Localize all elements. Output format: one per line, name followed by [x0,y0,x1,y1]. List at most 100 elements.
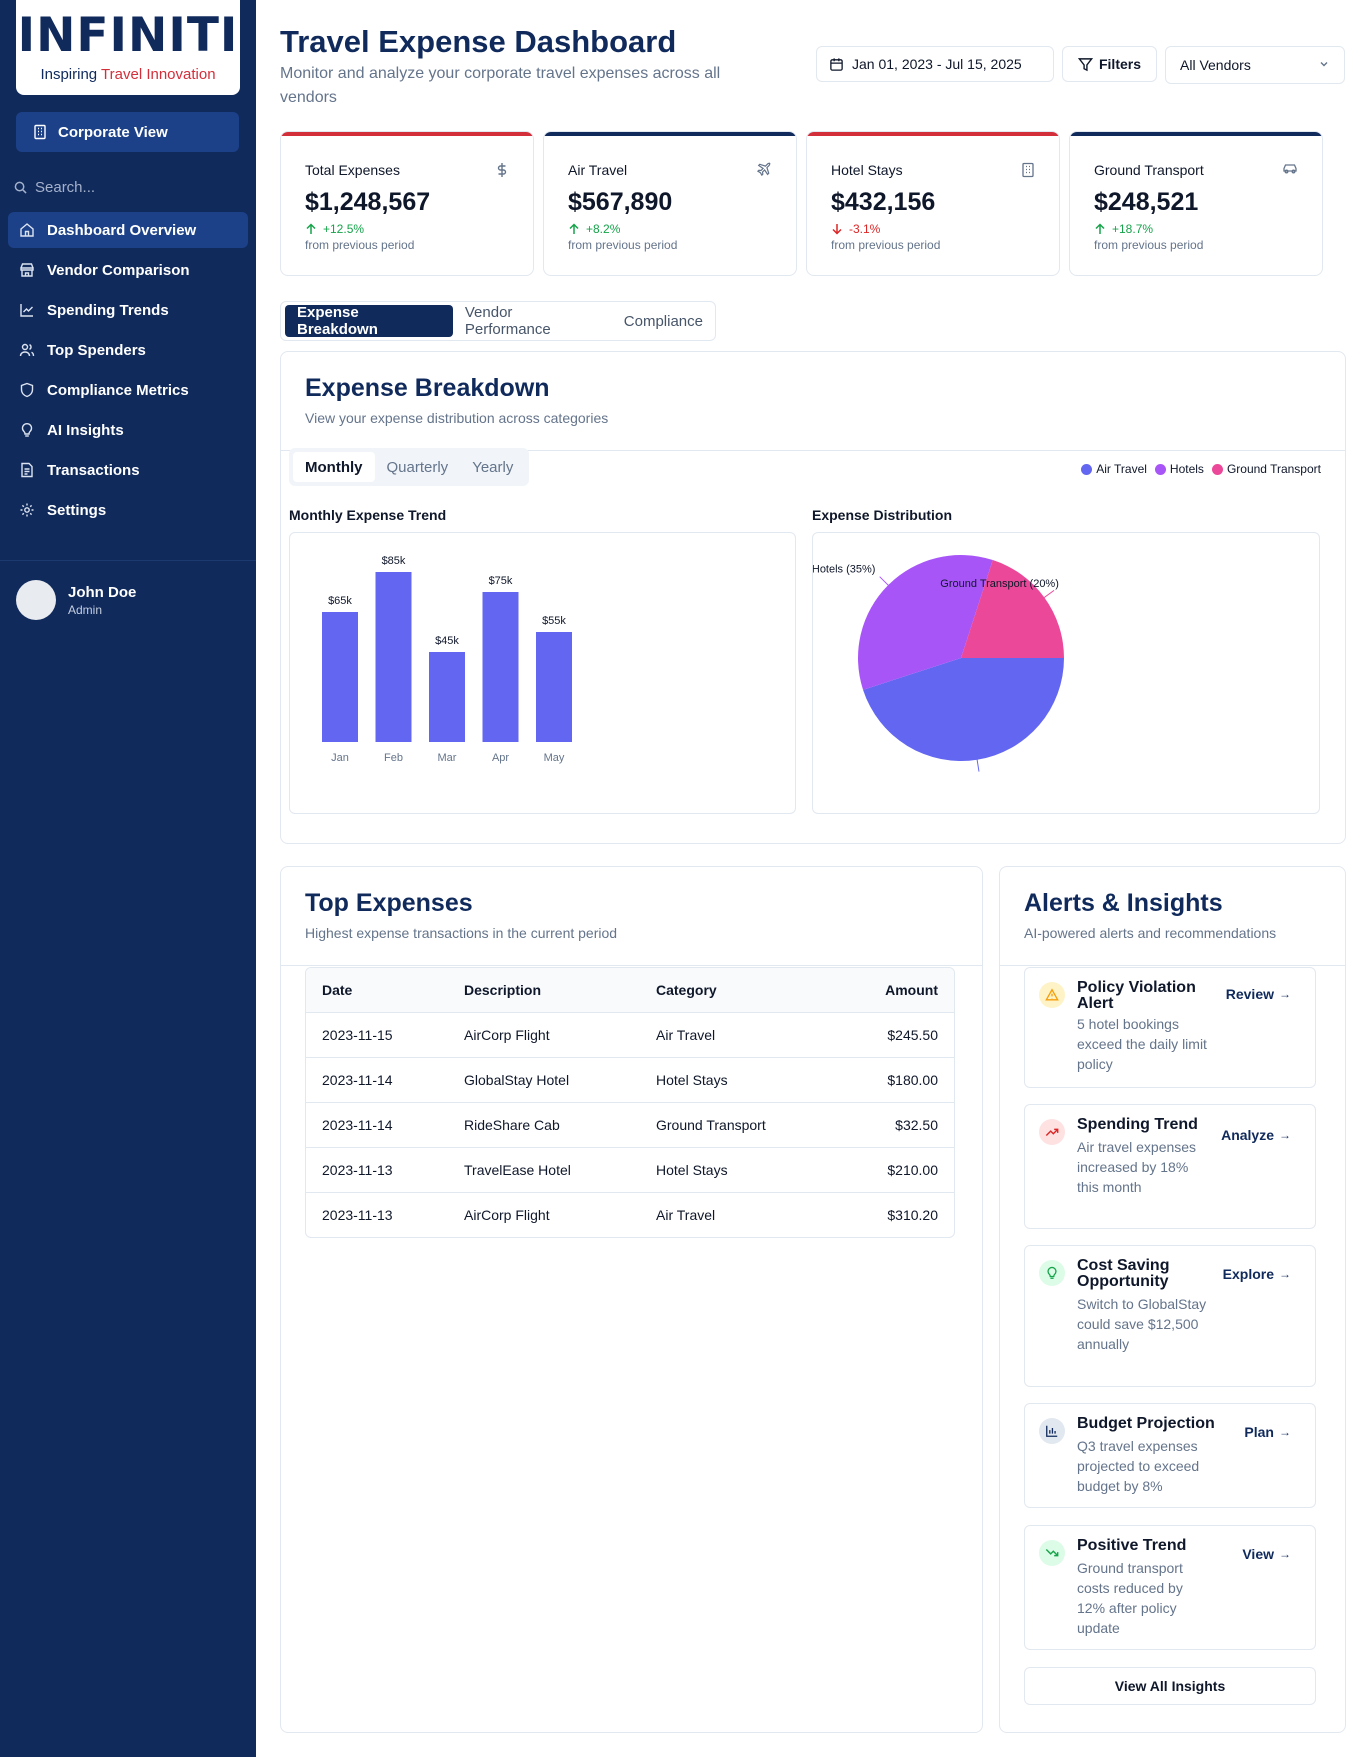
table-row[interactable]: 2023-11-15 AirCorp Flight Air Travel $24… [306,1012,954,1058]
avatar [16,580,56,620]
sidebar-item-label: Vendor Comparison [47,261,190,279]
search-input[interactable]: Search... [14,176,240,198]
sidebar-item-compliance-metrics[interactable]: Compliance Metrics [8,372,248,408]
cell-description: AirCorp Flight [448,1012,640,1058]
x-tick-label: Feb [384,752,403,764]
table-row[interactable]: 2023-11-13 TravelEase Hotel Hotel Stays … [306,1147,954,1193]
legend-item: Air Travel [1081,462,1147,476]
column-header[interactable]: Date [306,968,448,1013]
tab-yearly[interactable]: Yearly [460,452,525,482]
cell-amount: $310.20 [887,1206,938,1223]
sidebar-item-top-spenders[interactable]: Top Spenders [8,332,248,368]
cell-date: 2023-11-15 [306,1012,448,1058]
filters-button[interactable]: Filters [1062,46,1157,82]
pie-chart: Hotels (35%) Ground Transport (20%) [813,555,1064,772]
trending-up-icon [1039,1119,1065,1145]
kpi-accent-bar [807,132,1059,136]
card-subtitle: View your expense distribution across ca… [305,410,609,426]
bar-feb [375,572,412,742]
receipt-icon [19,462,35,478]
x-tick-label: Jan [331,752,349,764]
user-profile[interactable]: John Doe Admin [16,580,136,620]
card-divider [1000,965,1345,966]
sidebar-item-transactions[interactable]: Transactions [8,452,248,488]
table-row[interactable]: 2023-11-14 GlobalStay Hotel Hotel Stays … [306,1057,954,1103]
brand-name: INFINITI [17,8,239,63]
top-expenses-card: Top Expenses Highest expense transaction… [280,866,983,1733]
cell-date: 2023-11-14 [306,1057,448,1103]
cell-category: Air Travel [656,1206,716,1223]
brand-logo[interactable]: INFINITI Inspiring Travel Innovation [16,0,240,95]
kpi-change: +18.7% [1094,222,1153,236]
tab-expense-breakdown[interactable]: Expense Breakdown [285,304,453,338]
table-row[interactable]: 2023-11-13 AirCorp Flight Air Travel $31… [306,1192,954,1237]
home-icon [19,222,35,238]
card-divider [281,965,982,966]
section-tabs: Expense Breakdown Vendor Performance Com… [280,301,716,341]
bar-chart-icon [1039,1418,1065,1444]
column-header[interactable]: Amount [836,968,954,1013]
tab-monthly[interactable]: Monthly [293,452,375,482]
sidebar-item-label: Top Spenders [47,341,146,359]
filters-label: Filters [1098,56,1141,72]
alert-title: Positive Trend [1077,1537,1187,1554]
cell-amount: $245.50 [836,1012,954,1058]
sidebar-item-vendor-comparison[interactable]: Vendor Comparison [8,252,248,288]
plan-button[interactable]: Plan → [1244,1424,1291,1440]
kpi-card-hotel-stays: Hotel Stays $432,156 -3.1% from previous… [806,131,1060,276]
card-title: Top Expenses [305,889,473,917]
sidebar-item-spending-trends[interactable]: Spending Trends [8,292,248,328]
column-header[interactable]: Category [640,968,837,1013]
card-subtitle: AI-powered alerts and recommendations [1024,925,1277,941]
sidebar-item-label: Transactions [47,461,140,479]
sidebar-item-dashboard-overview[interactable]: Dashboard Overview [8,212,248,248]
arrow-right-icon: → [1279,1425,1291,1439]
corporate-view-button[interactable]: Corporate View [16,112,239,152]
kpi-change: +8.2% [568,222,620,236]
alert-description: 5 hotel bookings exceed the daily limit … [1077,1016,1207,1072]
bar-chart-container: $65k Jan $85k Feb $45k Mar $75k Apr $55k May [289,532,796,814]
chevron-down-icon [1318,57,1330,73]
alert-title: Policy Violation Alert [1077,979,1196,1012]
pie-label-line [976,757,980,772]
sidebar-item-ai-insights[interactable]: AI Insights [8,412,248,448]
tab-quarterly[interactable]: Quarterly [375,452,461,482]
users-icon [19,342,35,358]
analyze-button[interactable]: Analyze → [1221,1127,1291,1143]
kpi-footer: from previous period [1094,238,1204,252]
column-header[interactable]: Description [448,968,640,1013]
tab-compliance[interactable]: Compliance [612,305,715,337]
kpi-accent-bar [1070,132,1322,136]
search-icon [14,181,27,194]
kpi-change: +12.5% [305,222,364,236]
view-button[interactable]: View → [1242,1546,1291,1562]
sidebar-item-settings[interactable]: Settings [8,492,248,528]
car-icon [1282,162,1298,176]
legend-item: Ground Transport [1211,462,1321,476]
table-row[interactable]: 2023-11-14 RideShare Cab Ground Transpor… [306,1102,954,1148]
cell-amount: $210.00 [836,1147,954,1193]
explore-button[interactable]: Explore → [1223,1266,1291,1282]
pie-label-line [879,576,890,587]
bar-data-label: $65k [328,595,352,607]
review-button[interactable]: Review → [1226,986,1291,1002]
sidebar-divider [0,560,256,561]
bar-chart: $65k Jan $85k Feb $45k Mar $75k Apr $55k May [322,555,572,764]
calendar-icon [829,57,844,72]
period-tabs: Monthly Quarterly Yearly [289,448,530,486]
sidebar-item-label: Dashboard Overview [47,221,197,239]
bar-mar [429,652,465,742]
view-all-insights-button[interactable]: View All Insights [1024,1667,1316,1705]
tab-vendor-performance[interactable]: Vendor Performance [453,304,612,338]
date-range-picker[interactable]: Jan 01, 2023 - Jul 15, 2025 [816,46,1054,82]
line-chart-icon [19,302,35,318]
card-title: Alerts & Insights [1024,889,1223,917]
vendor-select[interactable]: All Vendors [1165,46,1345,84]
bar-data-label: $75k [489,575,513,587]
table-header-row: Date Description Category Amount [306,968,954,1013]
kpi-value: $567,890 [568,188,673,216]
kpi-accent-bar [544,132,796,136]
kpi-card-ground-transport: Ground Transport $248,521 +18.7% from pr… [1069,131,1323,276]
alert-spending-trend: Spending Trend Air travel expenses incre… [1024,1104,1316,1229]
kpi-card-air-travel: Air Travel $567,890 +8.2% from previous … [543,131,797,276]
